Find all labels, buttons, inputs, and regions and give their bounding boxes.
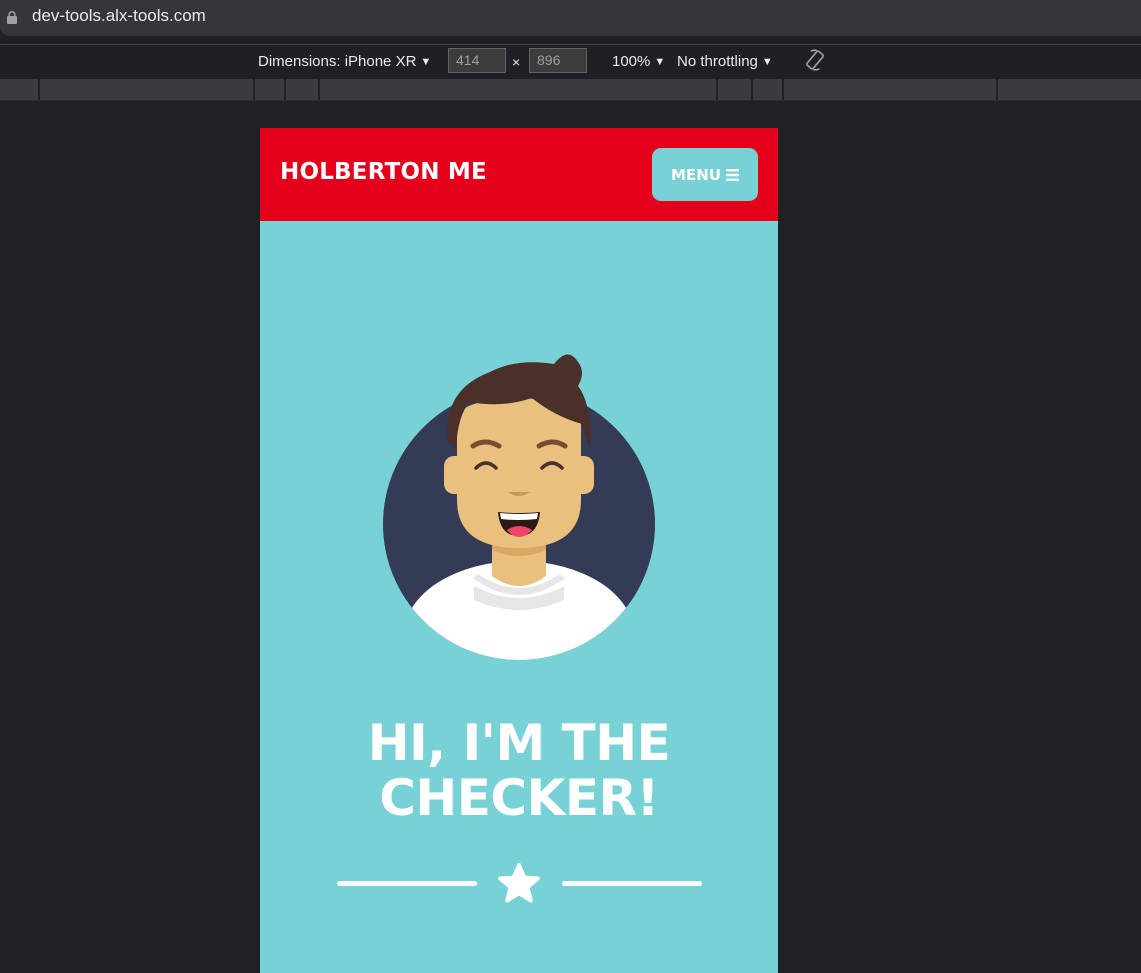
star-icon xyxy=(498,862,540,903)
times-symbol: × xyxy=(512,54,521,70)
menu-label: MENU xyxy=(671,165,721,184)
dimensions-label: Dimensions: iPhone XR xyxy=(258,53,417,70)
rotate-icon[interactable] xyxy=(803,48,827,72)
device-viewport: HOLBERTON ME MENU HI, I'M THE CHECKER! xyxy=(260,128,778,973)
menu-button[interactable]: MENU xyxy=(652,148,758,201)
address-bar[interactable]: dev-tools.alx-tools.com xyxy=(0,0,1141,36)
device-toolbar: Dimensions: iPhone XR ▼ 414 × 896 100% ▼ N… xyxy=(0,44,1141,79)
chevron-down-icon: ▼ xyxy=(654,56,666,68)
width-input[interactable]: 414 xyxy=(448,48,506,73)
throttling-dropdown[interactable]: No throttling ▼ xyxy=(677,53,773,70)
url-text[interactable]: dev-tools.alx-tools.com xyxy=(32,6,206,26)
headline-line-2: CHECKER! xyxy=(379,769,659,827)
lock-icon xyxy=(7,11,17,24)
divider-line-left xyxy=(337,881,477,886)
dimensions-dropdown[interactable]: Dimensions: iPhone XR ▼ xyxy=(258,53,431,70)
menu-icon xyxy=(725,168,739,181)
chevron-down-icon: ▼ xyxy=(420,56,432,68)
chevron-down-icon: ▼ xyxy=(761,56,773,68)
divider-line-right xyxy=(562,881,702,886)
site-header: HOLBERTON ME MENU xyxy=(260,128,778,221)
headline-line-1: HI, I'M THE xyxy=(367,714,671,772)
avatar-illustration xyxy=(383,354,655,660)
zoom-label: 100% xyxy=(612,53,651,70)
height-input[interactable]: 896 xyxy=(529,48,587,73)
hero-headline: HI, I'M THE CHECKER! xyxy=(260,716,778,826)
site-brand[interactable]: HOLBERTON ME xyxy=(280,159,487,185)
zoom-dropdown[interactable]: 100% ▼ xyxy=(612,53,665,70)
throttling-label: No throttling xyxy=(677,53,758,70)
media-query-ruler xyxy=(0,79,1141,101)
